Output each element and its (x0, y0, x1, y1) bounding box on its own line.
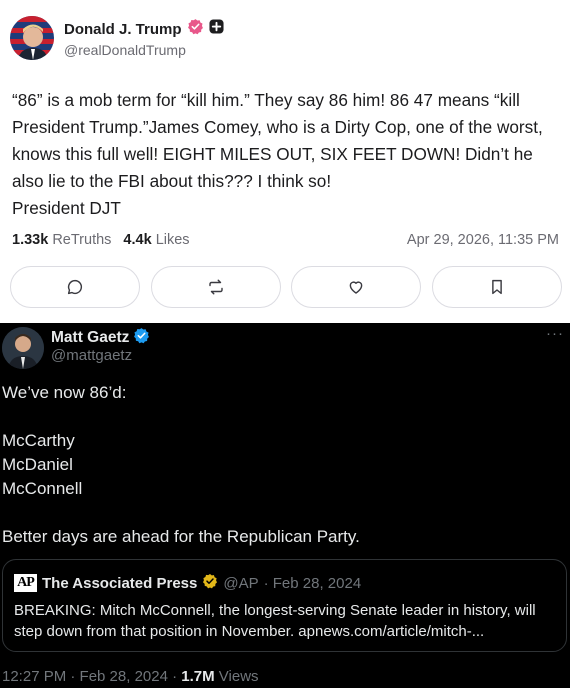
post-line: We’ve now 86’d: (2, 383, 127, 402)
author-name-row: Matt Gaetz (51, 327, 150, 349)
post-footer: 12:27 PM · Feb 28, 2024 · 1.7M Views (2, 668, 259, 685)
views-count: 1.7M (181, 668, 215, 685)
like-icon (349, 281, 363, 294)
ap-logo: AP (14, 574, 37, 592)
gold-verified-badge-icon (202, 573, 218, 593)
author-name[interactable]: Matt Gaetz (51, 329, 129, 347)
post-line: McDaniel (2, 455, 73, 474)
more-options-icon[interactable]: ··· (546, 325, 564, 342)
post-timestamp[interactable]: 12:27 PM · Feb 28, 2024 · (2, 668, 181, 685)
likes-count: 4.4k (123, 232, 152, 248)
reply-icon (67, 279, 83, 295)
quoted-author-handle: @AP (223, 574, 259, 592)
retruth-button[interactable] (150, 266, 281, 308)
post-signature: President DJT (12, 198, 121, 218)
quoted-author-row: AP The Associated Press @AP · Feb 28, 20… (14, 573, 361, 593)
author-handle[interactable]: @mattgaetz (51, 347, 132, 364)
views-label: Views (214, 668, 259, 685)
post-text: “86” is a mob term for “kill him.” They … (12, 90, 543, 191)
post-body: “86” is a mob term for “kill him.” They … (12, 87, 560, 222)
post-line (2, 405, 562, 429)
post-line (2, 501, 562, 525)
verified-badge-icon (187, 18, 204, 40)
post-line: Better days are ahead for the Republican… (2, 527, 360, 546)
quoted-author-name: The Associated Press (42, 574, 198, 592)
retruth-icon (208, 279, 223, 295)
retruths-stat[interactable]: 1.33k ReTruths (12, 232, 111, 248)
likes-stat[interactable]: 4.4k Likes (123, 232, 189, 248)
retruths-count: 1.33k (12, 232, 49, 248)
like-button[interactable] (291, 266, 422, 308)
quoted-post-date: · Feb 28, 2024 (263, 574, 362, 592)
bookmark-button[interactable] (431, 266, 562, 308)
quoted-post-text: BREAKING: Mitch McConnell, the longest-s… (14, 602, 536, 640)
author-handle[interactable]: @realDonaldTrump (64, 42, 186, 58)
follow-plus-icon[interactable] (208, 19, 224, 39)
post-timestamp[interactable]: Apr 29, 2026, 11:35 PM (407, 232, 559, 248)
engagement-stats: 1.33k ReTruths 4.4k Likes (12, 232, 190, 248)
quoted-post[interactable]: AP The Associated Press @AP · Feb 28, 20… (2, 559, 567, 652)
post-line: McConnell (2, 479, 83, 498)
bookmark-icon (492, 279, 502, 295)
action-bar (10, 266, 562, 308)
reply-button[interactable] (10, 266, 140, 308)
author-avatar[interactable] (2, 327, 44, 369)
post-line: McCarthy (2, 431, 75, 450)
post-body: We’ve now 86’d: McCarthy McDaniel McConn… (2, 381, 562, 549)
author-avatar[interactable] (10, 16, 54, 60)
author-name-row: Donald J. Trump (64, 18, 224, 40)
truth-social-post: Donald J. Trump @realDonaldTrump “86” is… (0, 0, 570, 320)
x-post: Matt Gaetz @mattgaetz ··· We’ve now 86’d… (0, 323, 570, 688)
verified-badge-icon (133, 327, 150, 349)
author-name[interactable]: Donald J. Trump (64, 21, 182, 38)
likes-label: Likes (155, 232, 190, 248)
retruths-label: ReTruths (52, 232, 112, 248)
